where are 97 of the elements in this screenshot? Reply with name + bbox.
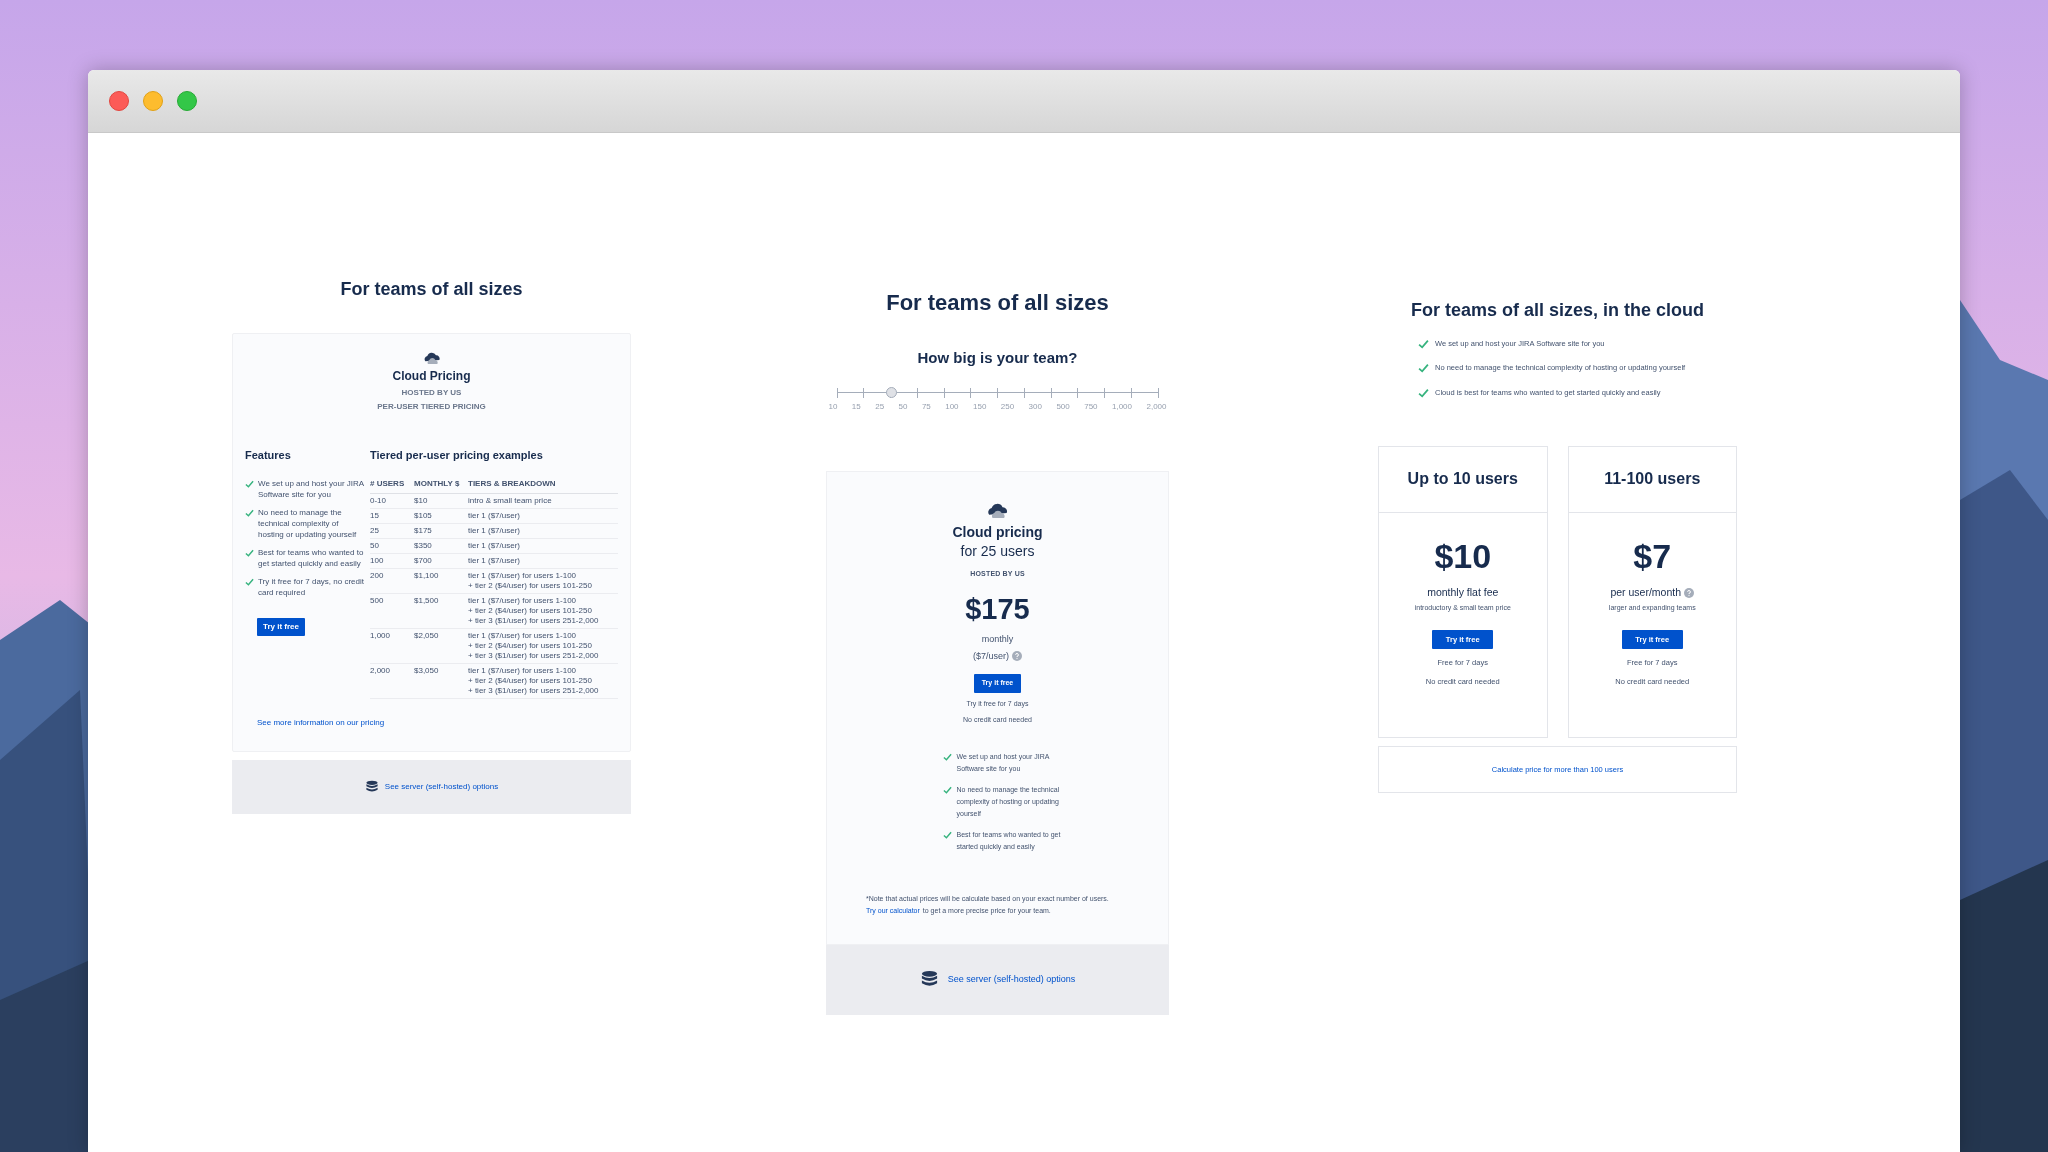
tick-label: 100 — [945, 400, 959, 413]
check-icon — [1418, 339, 1429, 349]
table-cell: tier 1 ($7/user) — [468, 540, 521, 551]
tick-label: 150 — [973, 400, 987, 413]
help-icon[interactable] — [1684, 587, 1695, 598]
tick-label: 10 — [828, 400, 838, 413]
table-cell-text: 2,000 — [370, 665, 392, 677]
section-heading: For teams of all sizes — [886, 289, 1109, 317]
tick-label: 75 — [921, 400, 931, 413]
table-cell-text: $350 — [414, 540, 433, 551]
table-cell-text: + tier 2 ($4/user) for users 101-250 — [468, 605, 593, 616]
table-cell-text: 15 — [370, 510, 380, 521]
feature-text: No need to manage the technical complexity of hosting or updating yourself — [258, 506, 358, 540]
table-cell-text: 0-10 — [370, 495, 387, 506]
check-icon — [245, 577, 254, 586]
table-cell: tier 1 ($7/user) — [468, 525, 521, 536]
tick-label: 1,000 — [1112, 400, 1133, 413]
table-cell: + tier 3 ($1/user) for users 251-2,000 — [468, 650, 599, 661]
feature-text: We set up and host your JIRA Software site for you — [258, 477, 365, 500]
tick-label: 500 — [1056, 400, 1070, 413]
table-cell-text: 50 — [370, 540, 380, 551]
table-cell-text: $3,050 — [414, 665, 440, 677]
feature-text: Try it free for 7 days, no credit card required — [258, 575, 365, 598]
table-cell-text: 200 — [370, 570, 385, 582]
table-cell-text: + tier 2 ($4/user) for users 101-250 — [468, 640, 593, 651]
check-icon — [942, 785, 952, 794]
help-icon[interactable] — [1012, 651, 1022, 662]
table-cell-text: tier 1 ($7/user) for users 1-100 — [468, 595, 578, 606]
tick-label: 2,000 — [1146, 400, 1167, 413]
pricing-info-link[interactable]: See more information on our pricing — [257, 716, 385, 729]
card-subtitle: PER-USER TIERED PRICING — [377, 401, 486, 413]
check-icon — [942, 752, 952, 761]
column-header: TIERS & BREAKDOWN — [468, 477, 556, 490]
table-cell-text: 500 — [370, 595, 385, 607]
database-icon — [919, 970, 939, 989]
plan-title: Up to 10 users — [1379, 446, 1547, 513]
check-icon — [1418, 363, 1429, 374]
table-heading: Tiered per-user pricing examples — [370, 448, 544, 463]
close-button[interactable] — [109, 91, 129, 111]
card-subtitle: for 25 users — [960, 541, 1035, 561]
try-free-button[interactable]: Try it free — [257, 617, 305, 636]
section-heading: For teams of all sizes — [340, 278, 523, 301]
column-header: MONTHLY $ — [414, 477, 461, 490]
tick-label: 25 — [875, 400, 885, 413]
table-cell-text: $175 — [414, 525, 433, 536]
per-user-price: ($7/user) — [973, 649, 1009, 663]
card-subtitle: HOSTED BY US — [401, 387, 462, 399]
server-options-link[interactable]: See server (self-hosted) options — [947, 972, 1076, 987]
table-cell-text: 1,000 — [370, 630, 392, 642]
table-cell-text: $1,500 — [414, 595, 440, 607]
tick-label: 15 — [851, 400, 861, 413]
cloud-icon — [985, 502, 1010, 518]
maximize-button[interactable] — [177, 91, 197, 111]
server-options-link[interactable]: See server (self-hosted) options — [384, 780, 499, 793]
table-cell: + tier 3 ($1/user) for users 251-2,000 — [468, 685, 599, 696]
check-icon — [245, 548, 254, 557]
table-cell-text: $105 — [414, 510, 433, 521]
price-unit: monthly flat fee — [1427, 584, 1499, 600]
price: $175 — [965, 593, 1030, 625]
table-cell-text: tier 1 ($7/user) for users 1-100 — [468, 570, 578, 581]
check-icon — [245, 479, 254, 488]
price-period: monthly — [981, 633, 1014, 646]
tick-label: 750 — [1084, 400, 1098, 413]
tick-label: 50 — [898, 400, 908, 413]
check-icon — [942, 830, 952, 839]
card-title: Cloud pricing — [952, 522, 1043, 542]
slider-thumb[interactable] — [886, 386, 898, 398]
check-icon — [1418, 387, 1429, 398]
tick-label: 300 — [1028, 400, 1042, 413]
table-cell-text: $700 — [414, 555, 433, 566]
check-icon — [245, 508, 254, 517]
plan-price: $7 — [1633, 537, 1672, 574]
table-cell-text: tier 1 ($7/user) for users 1-100 — [468, 630, 578, 641]
team-size-question: How big is your team? — [917, 348, 1078, 368]
tick-label: 250 — [1000, 400, 1015, 413]
table-cell: tier 1 ($7/user) — [468, 555, 521, 566]
table-cell-text: tier 1 ($7/user) for users 1-100 — [468, 665, 578, 676]
table-cell-text: 25 — [370, 525, 380, 536]
minimize-button[interactable] — [143, 91, 163, 111]
table-cell-text: $2,050 — [414, 630, 440, 642]
price-unit: per user/month — [1610, 584, 1682, 600]
table-cell-text: $1,100 — [414, 570, 440, 582]
table-cell: intro & small team price — [468, 495, 552, 506]
section-heading: For teams of all sizes, in the cloud — [1410, 299, 1705, 322]
plan-price: $10 — [1434, 537, 1492, 574]
card-title: Cloud Pricing — [392, 368, 471, 385]
table-cell-text: + tier 2 ($4/user) for users 101-250 — [468, 675, 593, 686]
table-cell-text: $10 — [414, 495, 429, 506]
plan-title: 11-100 users — [1568, 446, 1736, 513]
features-heading: Features — [245, 448, 292, 463]
table-cell: + tier 3 ($1/user) for users 251-2,000 — [468, 615, 599, 626]
feature-text: Best for teams who wanted to get started quickly and easily — [258, 546, 365, 569]
table-cell: tier 1 ($7/user) — [468, 510, 521, 521]
table-cell: + tier 2 ($4/user) for users 101-250 — [468, 580, 592, 591]
database-icon — [364, 779, 379, 794]
table-cell-text: 100 — [370, 555, 385, 566]
column-header: # USERS — [370, 477, 406, 490]
